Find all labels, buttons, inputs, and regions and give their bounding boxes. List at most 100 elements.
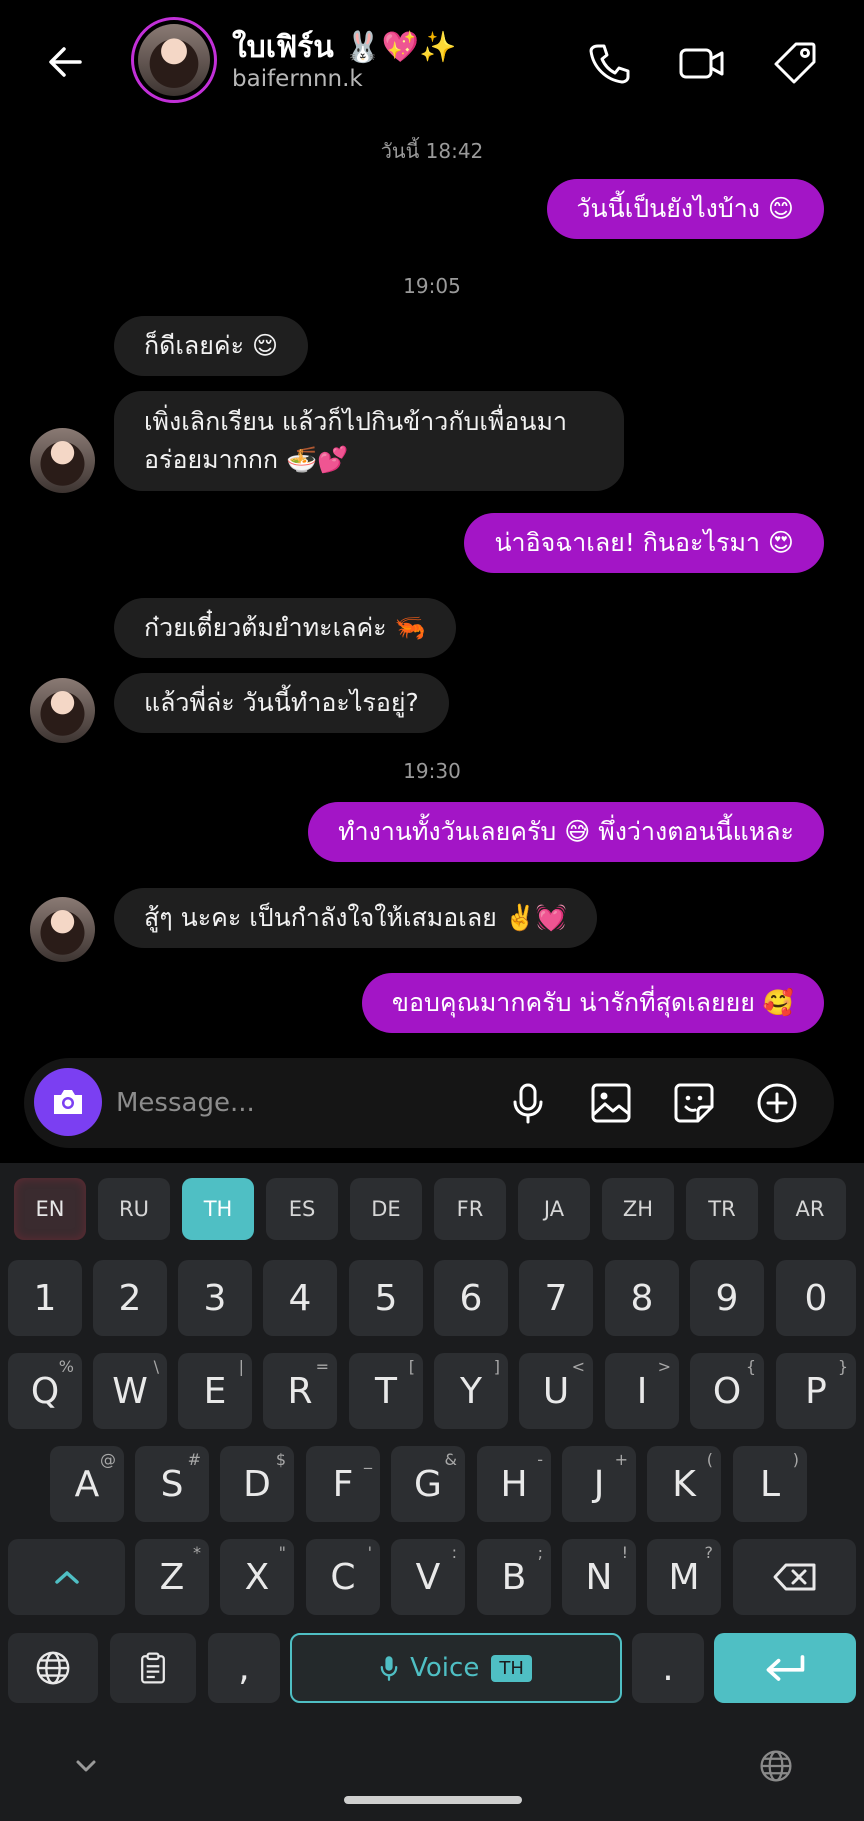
key-j[interactable]: J + <box>562 1446 636 1522</box>
outgoing-message[interactable]: ทำงานทั้งวันเลยครับ 😅 พึ่งว่างตอนนี้แหละ <box>308 802 824 862</box>
incoming-message[interactable]: ก๋วยเตี๋ยวต้มยำทะเลค่ะ 🦐 <box>114 598 456 658</box>
clipboard-key[interactable] <box>110 1633 196 1703</box>
clipboard-icon <box>141 1652 165 1684</box>
key-u[interactable]: U < <box>519 1353 593 1429</box>
sender-avatar[interactable] <box>30 897 95 962</box>
lang-de-key[interactable]: DE <box>350 1178 422 1240</box>
key-k[interactable]: K( <box>647 1446 721 1522</box>
on-screen-keyboard: EN RU TH ES DE FR JA ZH TR AR 1 2 3 4 5 … <box>0 1163 864 1821</box>
key-sub-label: + <box>614 1450 628 1469</box>
lang-tr-key[interactable]: TR <box>686 1178 758 1240</box>
key-f[interactable]: F _ <box>306 1446 380 1522</box>
key-c[interactable]: C ' <box>306 1539 380 1615</box>
home-indicator[interactable] <box>344 1796 522 1804</box>
key-l[interactable]: L) <box>733 1446 807 1522</box>
incoming-message[interactable]: ก็ดีเลยค่ะ 😌 <box>114 316 309 376</box>
video-icon[interactable] <box>677 38 727 88</box>
key-r[interactable]: R = <box>263 1353 337 1429</box>
key-t[interactable]: T[ <box>349 1353 423 1429</box>
key-sub-label: } <box>837 1357 848 1376</box>
key-3[interactable]: 3 <box>178 1260 252 1336</box>
lang-ja-key[interactable]: JA <box>518 1178 590 1240</box>
backspace-key[interactable] <box>733 1539 856 1615</box>
key-s[interactable]: S # <box>135 1446 209 1522</box>
key-sub-label: { <box>745 1357 756 1376</box>
camera-button[interactable] <box>34 1068 102 1136</box>
key-sub-label: \ <box>153 1357 159 1376</box>
key-9[interactable]: 9 <box>690 1260 764 1336</box>
sender-avatar[interactable] <box>30 678 95 743</box>
outgoing-message[interactable]: วันนี้เป็นยังไงบ้าง 😊 <box>546 179 824 239</box>
incoming-message[interactable]: สู้ๆ นะคะ เป็นกำลังใจให้เสมอเลย ✌️💓 <box>114 888 598 948</box>
contact-name[interactable]: ใบเฟิร์น 🐰💖✨ <box>232 24 456 71</box>
lang-th-key[interactable]: TH <box>182 1178 254 1240</box>
key-w[interactable]: W \ <box>93 1353 167 1429</box>
key-n[interactable]: N! <box>562 1539 636 1615</box>
key-sub-label: < <box>571 1357 585 1376</box>
key-e[interactable]: E | <box>178 1353 252 1429</box>
comma-key[interactable]: , <box>208 1633 280 1703</box>
period-key[interactable]: . <box>632 1633 704 1703</box>
key-o[interactable]: O{ <box>690 1353 764 1429</box>
microphone-icon <box>380 1656 398 1681</box>
contact-handle[interactable]: baifernnn.k <box>232 66 363 92</box>
key-5[interactable]: 5 <box>349 1260 423 1336</box>
incoming-message[interactable]: เพิ่งเลิกเรียน แล้วก็ไปกินข้าวกับเพื่อนม… <box>114 391 624 491</box>
key-z[interactable]: Z * <box>135 1539 209 1615</box>
key-h[interactable]: H- <box>477 1446 551 1522</box>
microphone-icon[interactable] <box>504 1079 552 1127</box>
hide-keyboard-icon[interactable] <box>72 1756 100 1776</box>
gallery-icon[interactable] <box>587 1079 635 1127</box>
key-m[interactable]: M? <box>647 1539 721 1615</box>
globe-key[interactable] <box>8 1633 98 1703</box>
contact-avatar[interactable] <box>131 17 217 103</box>
phone-icon[interactable] <box>584 38 634 88</box>
key-label: C <box>330 1556 356 1598</box>
tag-icon[interactable] <box>770 38 820 88</box>
key-x[interactable]: X " <box>220 1539 294 1615</box>
back-arrow-icon[interactable] <box>40 36 92 88</box>
key-1[interactable]: 1 <box>8 1260 82 1336</box>
key-b[interactable]: B; <box>477 1539 551 1615</box>
enter-icon <box>766 1655 805 1681</box>
sender-avatar[interactable] <box>30 428 95 493</box>
key-p[interactable]: P} <box>776 1353 856 1429</box>
lang-fr-key[interactable]: FR <box>434 1178 506 1240</box>
key-d[interactable]: D $ <box>220 1446 294 1522</box>
outgoing-message[interactable]: น่าอิจฉาเลย! กินอะไรมา 😍 <box>464 513 824 573</box>
key-2[interactable]: 2 <box>93 1260 167 1336</box>
add-icon[interactable] <box>753 1079 801 1127</box>
key-v[interactable]: V: <box>391 1539 465 1615</box>
lang-ru-key[interactable]: RU <box>98 1178 170 1240</box>
message-input[interactable] <box>116 1082 436 1124</box>
language-switch-icon[interactable] <box>758 1748 794 1784</box>
key-y[interactable]: Y] <box>434 1353 508 1429</box>
key-label: D <box>243 1463 271 1505</box>
key-4[interactable]: 4 <box>263 1260 337 1336</box>
key-0[interactable]: 0 <box>776 1260 856 1336</box>
key-6[interactable]: 6 <box>434 1260 508 1336</box>
key-label: S <box>160 1463 184 1505</box>
key-sub-label: ? <box>704 1543 714 1562</box>
lang-ar-key[interactable]: AR <box>774 1178 846 1240</box>
lang-zh-key[interactable]: ZH <box>602 1178 674 1240</box>
chevron-up-icon <box>54 1571 79 1584</box>
enter-key[interactable] <box>714 1633 856 1703</box>
key-label: M <box>668 1556 700 1598</box>
key-g[interactable]: G & <box>391 1446 465 1522</box>
lang-en-key[interactable]: EN <box>14 1178 86 1240</box>
incoming-message[interactable]: แล้วพี่ล่ะ วันนี้ทำอะไรอยู่? <box>114 673 449 733</box>
lang-es-key[interactable]: ES <box>266 1178 338 1240</box>
key-sub-label: > <box>657 1357 671 1376</box>
voice-input-button[interactable]: Voice TH <box>290 1633 622 1703</box>
key-8[interactable]: 8 <box>605 1260 679 1336</box>
outgoing-message[interactable]: ขอบคุณมากครับ น่ารักที่สุดเลยยย 🥰 <box>361 973 824 1033</box>
sticker-icon[interactable] <box>670 1079 718 1127</box>
key-label: Y <box>460 1370 482 1412</box>
key-a[interactable]: A @ <box>50 1446 124 1522</box>
key-label: Q <box>30 1370 60 1412</box>
key-i[interactable]: I > <box>605 1353 679 1429</box>
key-7[interactable]: 7 <box>519 1260 593 1336</box>
key-q[interactable]: Q% <box>8 1353 82 1429</box>
shift-key[interactable] <box>8 1539 125 1615</box>
